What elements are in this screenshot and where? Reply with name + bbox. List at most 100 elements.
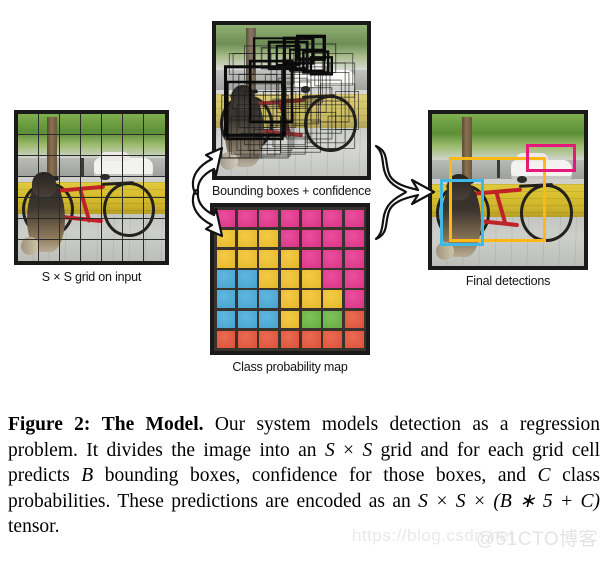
grid-cell: [81, 198, 102, 219]
class-probability-cell: [259, 290, 279, 309]
grid-cell: [144, 219, 165, 240]
predicted-bounding-box: [226, 80, 284, 141]
grid-cell: [39, 198, 60, 219]
grid-cell: [123, 198, 144, 219]
class-probability-cell: [323, 310, 343, 329]
panel-final-detections: Final detections: [428, 110, 588, 288]
class-probability-cell: [301, 229, 321, 248]
class-probability-cell: [344, 229, 364, 248]
class-probability-cell: [259, 310, 279, 329]
class-map-frame: [210, 203, 370, 355]
grid-cell: [18, 156, 39, 177]
grid-cell: [144, 135, 165, 156]
caption-math-s1: S: [324, 439, 335, 461]
grid-cell: [102, 135, 123, 156]
class-probability-cell: [259, 229, 279, 248]
grid-cell: [18, 114, 39, 135]
grid-cell: [144, 156, 165, 177]
class-probability-cell: [301, 330, 321, 349]
grid-cell: [123, 219, 144, 240]
caption-math-b: B: [81, 465, 94, 486]
grid-cell: [144, 198, 165, 219]
caption-math-s2: S: [362, 439, 373, 461]
panel-class-probability-map: Class probability map: [210, 203, 370, 374]
class-probability-cell: [301, 270, 321, 288]
class-probability-cell: [216, 270, 236, 288]
caption-math-c: C: [537, 465, 551, 486]
predicted-bounding-box: [319, 83, 356, 130]
merge-arrow-icon: [374, 144, 436, 241]
grid-cell: [102, 177, 123, 198]
class-probability-cell: [344, 209, 364, 228]
grid-cell: [81, 177, 102, 198]
grid-cell: [144, 240, 165, 261]
class-probability-cell: [237, 330, 257, 349]
grid-cell: [81, 114, 102, 135]
grid-cell: [39, 240, 60, 261]
class-probability-cell: [301, 249, 321, 268]
input-grid-caption: S × S grid on input: [41, 270, 142, 284]
class-probability-cell: [216, 310, 236, 329]
class-probability-cell: [323, 330, 343, 349]
grid-cell: [81, 135, 102, 156]
class-probability-cell: [301, 310, 321, 329]
class-probability-cell: [259, 209, 279, 228]
predicted-boxes-overlay: [221, 34, 359, 159]
grid-cell: [39, 177, 60, 198]
class-probability-cell: [237, 209, 257, 228]
grid-cell: [123, 156, 144, 177]
grid-cell: [60, 177, 81, 198]
class-probability-cell: [344, 270, 364, 288]
grid-cell: [102, 240, 123, 261]
grid-cell: [60, 156, 81, 177]
class-probability-cell: [259, 270, 279, 288]
input-grid-overlay: [18, 114, 165, 261]
final-detections-caption: Final detections: [465, 274, 551, 288]
final-detections-frame: [428, 110, 588, 270]
input-grid-frame: [14, 110, 169, 265]
grid-cell: [144, 114, 165, 135]
grid-cell: [123, 177, 144, 198]
class-probability-cell: [323, 290, 343, 309]
class-probability-cell: [280, 290, 300, 309]
class-probability-cell: [280, 310, 300, 329]
class-probability-cell: [216, 330, 236, 349]
split-arrow-icon: [191, 146, 224, 238]
class-probability-cell: [344, 310, 364, 329]
grid-cell: [60, 198, 81, 219]
class-probability-cell: [237, 270, 257, 288]
figure-2-diagram: S × S grid on input Bounding boxes + con…: [0, 0, 609, 400]
grid-cell: [81, 240, 102, 261]
grid-cell: [123, 240, 144, 261]
bounding-boxes-frame: [212, 21, 371, 180]
class-probability-cell: [237, 249, 257, 268]
grid-cell: [18, 219, 39, 240]
class-probability-cell: [280, 229, 300, 248]
grid-cell: [102, 219, 123, 240]
bounding-boxes-caption: Bounding boxes + confidence: [212, 184, 371, 198]
grid-cell: [102, 198, 123, 219]
grid-cell: [18, 177, 39, 198]
grid-cell: [60, 219, 81, 240]
caption-tensor-expression: S × S × (B ∗ 5 + C): [418, 490, 600, 512]
class-probability-cell: [280, 209, 300, 228]
caption-body-3: bounding boxes, confidence for those box…: [93, 465, 538, 486]
figure-caption: Figure 2: The Model. Our system models d…: [8, 412, 600, 540]
grid-cell: [60, 135, 81, 156]
class-probability-cell: [237, 290, 257, 309]
panel-input-grid: S × S grid on input: [14, 110, 169, 284]
grid-cell: [39, 156, 60, 177]
grid-cell: [18, 240, 39, 261]
class-probability-cell: [280, 270, 300, 288]
class-probability-cell: [216, 249, 236, 268]
grid-cell: [60, 114, 81, 135]
grid-cell: [81, 156, 102, 177]
grid-cell: [123, 135, 144, 156]
watermark-account: @51CTO博客: [476, 529, 599, 550]
class-probability-cell: [259, 249, 279, 268]
class-probability-cell: [237, 310, 257, 329]
grid-cell: [39, 114, 60, 135]
grid-cell: [18, 135, 39, 156]
caption-times-1: ×: [334, 439, 363, 461]
panel-bounding-boxes: Bounding boxes + confidence: [212, 21, 371, 198]
